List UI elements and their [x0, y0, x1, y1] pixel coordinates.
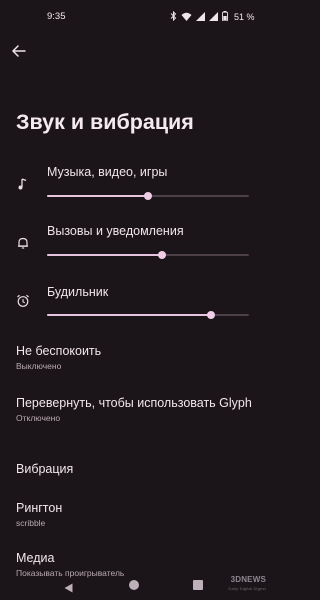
volume-label-alarm: Будильник [47, 285, 109, 299]
watermark-subtext: Daily Digital Digest [228, 586, 266, 591]
slider-fill [47, 254, 163, 256]
slider-thumb[interactable] [206, 311, 215, 319]
signal-icon [209, 8, 218, 26]
setting-title: Медиа [16, 551, 55, 565]
slider-thumb[interactable] [144, 192, 152, 200]
setting-ringtone[interactable]: Рингтон scribble [16, 500, 256, 528]
setting-vibration[interactable]: Вибрация [16, 461, 256, 477]
volume-row-calls: Вызовы и уведомления [0, 222, 269, 266]
setting-summary: scribble [16, 518, 46, 528]
alarm-volume-slider[interactable] [47, 309, 249, 321]
nav-home-icon[interactable] [129, 580, 139, 590]
calls-volume-slider[interactable] [47, 249, 249, 261]
media-volume-slider[interactable] [47, 190, 249, 202]
back-button[interactable] [8, 42, 30, 64]
alarm-clock-icon [16, 294, 30, 308]
battery-percent: 51 % [234, 12, 255, 22]
bell-icon [16, 236, 30, 250]
slider-thumb[interactable] [158, 251, 167, 259]
setting-summary: Отключено [16, 413, 61, 423]
nav-recents-icon[interactable] [193, 580, 203, 590]
arrow-back-icon [12, 44, 26, 62]
volume-label-media: Музыка, видео, игры [47, 165, 168, 179]
bluetooth-icon [170, 8, 177, 26]
setting-title: Перевернуть, чтобы использовать Glyph [16, 396, 252, 410]
setting-summary: Выключено [16, 361, 62, 371]
watermark-text: 3DNEWS [230, 575, 266, 584]
volume-row-alarm: Будильник [0, 283, 269, 327]
setting-title: Рингтон [16, 501, 63, 515]
battery-icon [222, 8, 228, 26]
status-time: 9:35 [47, 11, 66, 22]
status-icons: 51 % [170, 8, 255, 26]
slider-fill [47, 195, 148, 197]
setting-do-not-disturb[interactable]: Не беспокоить Выключено [16, 343, 256, 371]
volume-label-calls: Вызовы и уведомления [47, 224, 184, 238]
nav-back-icon[interactable] [64, 580, 73, 598]
slider-fill [47, 314, 211, 316]
volume-row-media: Музыка, видео, игры [0, 163, 269, 207]
status-bar: 9:35 51 % [0, 0, 269, 34]
music-note-icon [16, 177, 30, 191]
watermark-logo: 3DNEWS Daily Digital Digest [220, 575, 266, 593]
setting-title: Вибрация [16, 462, 74, 476]
signal-icon [196, 8, 205, 26]
wifi-icon [181, 8, 192, 26]
setting-flip-to-glyph[interactable]: Перевернуть, чтобы использовать Glyph От… [16, 395, 256, 423]
setting-title: Не беспокоить [16, 344, 102, 358]
page-title: Звук и вибрация [16, 110, 194, 134]
